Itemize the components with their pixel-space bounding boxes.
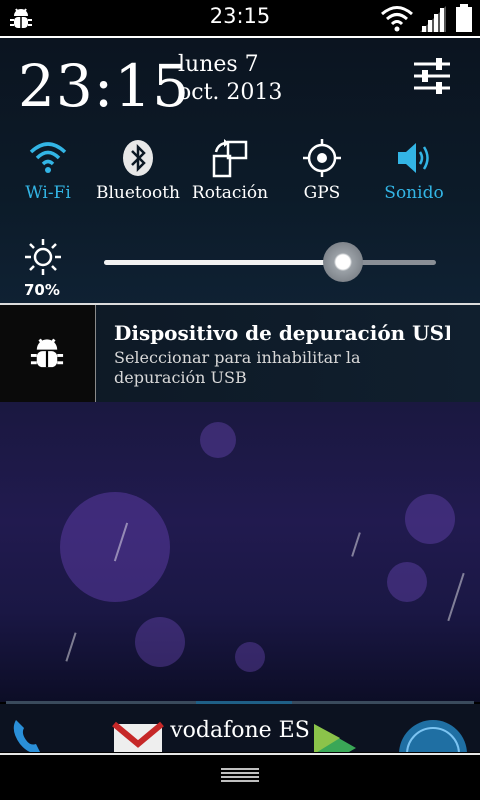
light-streak [65, 632, 77, 662]
gps-icon [302, 138, 342, 178]
bokeh-orb [235, 642, 265, 672]
qs-rotation[interactable]: Rotación [182, 138, 278, 208]
brightness-icon[interactable] [24, 238, 62, 276]
carrier-label: vodafone ES [170, 718, 310, 743]
qs-sound-label: Sonido [384, 183, 444, 203]
bokeh-orb [60, 492, 170, 602]
header-date-month[interactable]: oct. 2013 [178, 80, 282, 105]
qs-wifi[interactable]: Wi-Fi [0, 138, 96, 208]
notification-separator [95, 305, 96, 402]
wifi-icon [28, 138, 68, 178]
settings-sliders-icon [410, 58, 454, 102]
bokeh-orb [200, 422, 236, 458]
brightness-slider[interactable] [104, 242, 436, 282]
rotation-icon [210, 138, 250, 178]
battery-icon [455, 4, 473, 36]
bokeh-orb [405, 494, 455, 544]
notification-title: Dispositivo de depuración USB co [114, 321, 450, 345]
qs-bluetooth[interactable]: Bluetooth [90, 138, 186, 208]
qs-gps[interactable]: GPS [274, 138, 370, 208]
qs-gps-label: GPS [303, 183, 341, 203]
brightness-slider-fill [104, 260, 344, 265]
bokeh-orb [387, 562, 427, 602]
brightness-percent: 70% [24, 281, 60, 299]
wallpaper [0, 402, 480, 702]
bokeh-orb [135, 617, 185, 667]
bluetooth-icon [118, 138, 158, 178]
qs-rotation-label: Rotación [191, 183, 269, 203]
sound-icon [394, 138, 434, 178]
usb-debug-notification[interactable]: Dispositivo de depuración USB co Selecci… [0, 305, 480, 402]
qs-wifi-label: Wi-Fi [25, 183, 71, 203]
wifi-icon [380, 4, 414, 36]
brightness-slider-thumb[interactable] [323, 242, 364, 282]
light-streak [351, 532, 361, 557]
drag-handle-icon[interactable] [221, 767, 259, 783]
notification-shade: 23:15 lunes 7 oct. 2013 Wi-Fi Bluetooth … [0, 38, 480, 304]
status-bar: 23:15 [0, 0, 480, 36]
notification-text: Seleccionar para inhabilitar la depuraci… [114, 348, 361, 387]
notification-icon-area [0, 305, 95, 402]
header-date-day[interactable]: lunes 7 [178, 52, 259, 77]
header-clock[interactable]: 23:15 [18, 52, 190, 120]
debug-bug-icon [28, 335, 66, 377]
qs-sound[interactable]: Sonido [366, 138, 462, 208]
settings-button[interactable] [410, 54, 454, 98]
signal-icon [420, 6, 448, 36]
qs-bluetooth-label: Bluetooth [95, 183, 181, 203]
light-streak [447, 572, 465, 622]
